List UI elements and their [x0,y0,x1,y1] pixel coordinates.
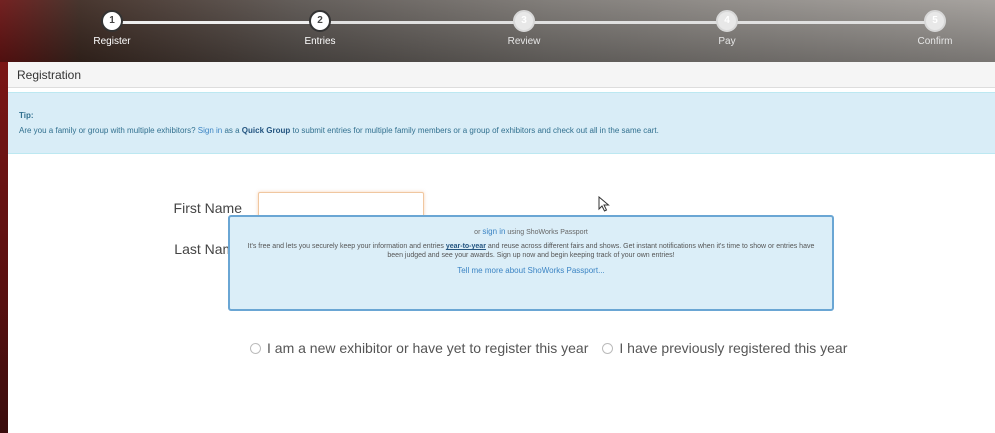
year-to-year-text: year-to-year [445,243,486,250]
passport-more-link[interactable]: Tell me more about ShoWorks Passport... [242,266,820,275]
step-number: 4 [716,10,738,32]
panel-title: Registration [8,62,995,88]
new-exhibitor-radio[interactable] [250,342,261,354]
new-exhibitor-label: I am a new exhibitor or have yet to regi… [267,340,589,356]
tip-text-before: Are you a family or group with multiple … [19,126,198,135]
step-label: Review [507,36,541,47]
wizard-step-review: 3 Review [494,10,554,47]
wizard-step-register: 1 Register [82,10,142,47]
previous-exhibitor-radio[interactable] [602,342,614,354]
passport-using-text: using ShoWorks Passport [505,229,588,236]
wizard-line-complete [112,21,320,24]
exhibitor-type-options: I am a new exhibitor or have yet to regi… [250,340,861,356]
mouse-cursor-icon [598,196,610,212]
step-number: 2 [309,10,331,32]
tip-text-middle: as a [222,126,242,135]
passport-body-before: It's free and lets you securely keep you… [247,243,446,250]
step-label: Confirm [917,36,953,47]
quick-group-link[interactable]: Quick Group [242,126,290,135]
wizard-step-pay: 4 Pay [697,10,757,47]
step-number: 1 [101,10,123,32]
new-exhibitor-option[interactable]: I am a new exhibitor or have yet to regi… [250,340,588,356]
step-number: 5 [924,10,946,32]
previous-exhibitor-option[interactable]: I have previously registered this year [602,340,847,356]
passport-sign-in-link[interactable]: sign in [482,227,505,236]
previous-exhibitor-label: I have previously registered this year [619,340,848,356]
wizard-progress: 1 Register 2 Entries 3 Review 4 Pay 5 Co… [0,0,995,62]
passport-description: It's free and lets you securely keep you… [242,242,820,260]
passport-info-box: or sign in using ShoWorks Passport It's … [228,215,834,311]
step-label: Register [93,36,131,47]
tip-alert: Tip: Are you a family or group with mult… [8,92,995,154]
tip-sign-in-link[interactable]: Sign in [198,126,222,135]
tip-title: Tip: [19,111,34,120]
step-number: 3 [513,10,535,32]
first-name-label: First Name [173,199,242,216]
wizard-step-entries: 2 Entries [290,10,350,47]
step-label: Entries [304,36,336,47]
wizard-step-confirm: 5 Confirm [905,10,965,47]
tip-text: Are you a family or group with multiple … [19,126,983,135]
step-label: Pay [718,36,736,47]
wizard-line-remaining [320,21,940,24]
passport-sign-in-line: or sign in using ShoWorks Passport [242,227,820,236]
tip-text-after: to submit entries for multiple family me… [290,126,659,135]
background-strip [0,62,8,433]
